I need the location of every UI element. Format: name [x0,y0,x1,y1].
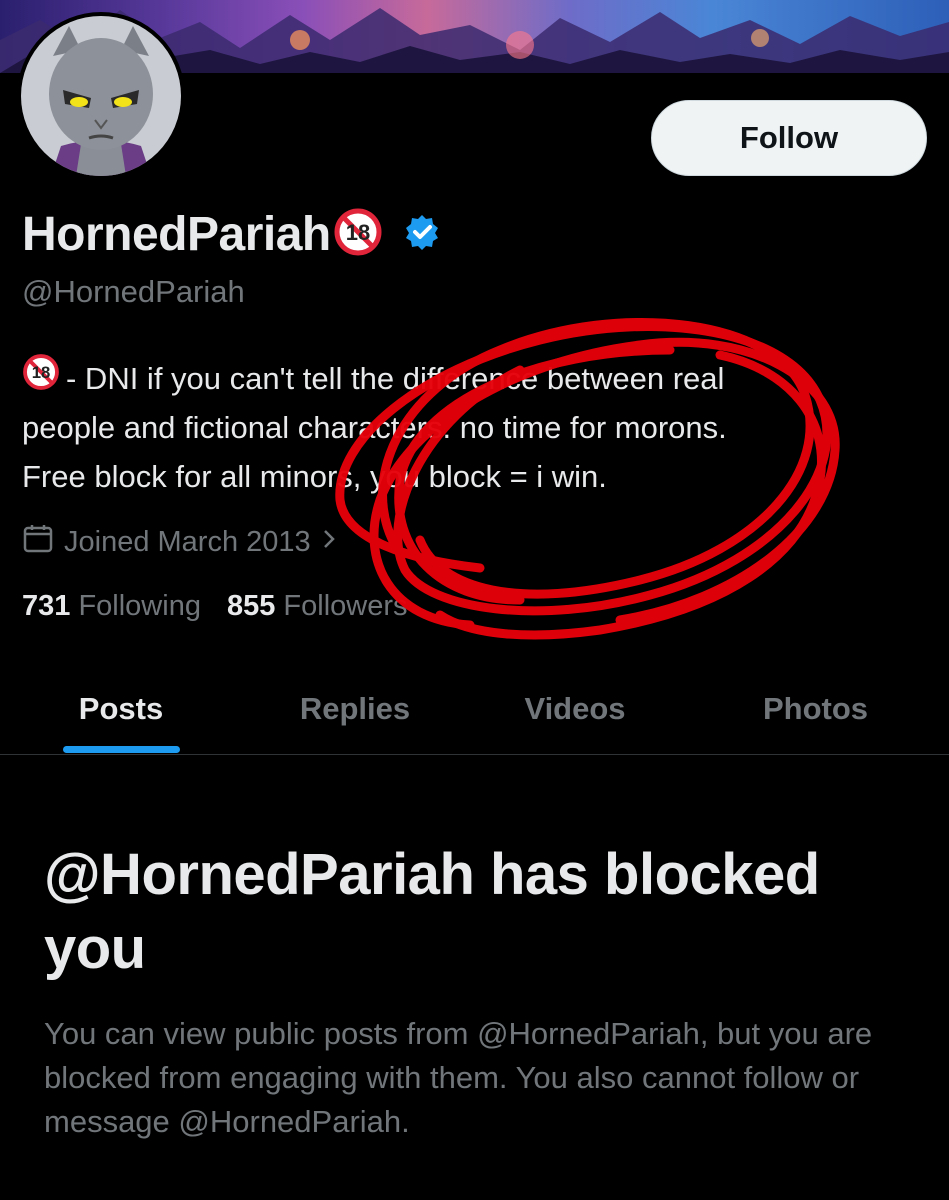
joined-date[interactable]: Joined March 2013 [22,522,337,562]
chevron-right-icon [321,526,337,559]
18-plus-prohibited-icon: 18 [333,207,383,262]
followers-count: 855 [226,590,276,622]
svg-text:18: 18 [346,220,370,245]
tab-photos[interactable]: Photos [682,664,949,754]
verified-check-icon[interactable] [403,213,441,256]
bio-text: - DNI if you can't tell the difference b… [66,361,725,396]
tab-replies[interactable]: Replies [242,664,468,754]
follow-stats: 731 Following 855 Followers [22,590,434,623]
tab-videos[interactable]: Videos [468,664,682,754]
calendar-icon [22,522,54,562]
profile-name-row: HornedPariah 18 [22,204,441,264]
bio-line: people and fictional characters. no time… [22,403,902,452]
bio-text: Free block for all minors, you block = i… [22,459,607,494]
tab-posts[interactable]: Posts [0,664,242,754]
profile-tabs: Posts Replies Videos Photos [0,664,949,755]
blocked-description: You can view public posts from @HornedPa… [44,1016,873,1139]
follow-button[interactable]: Follow [651,100,927,176]
avatar[interactable] [17,12,185,180]
bio-text: people and fictional characters. no time… [22,410,727,445]
blocked-title: @HornedPariah has blocked you [44,842,820,981]
following-stat[interactable]: 731 Following [22,590,201,623]
followers-stat[interactable]: 855 Followers [227,590,408,623]
18-plus-prohibited-icon: 18 [22,353,60,405]
bio-line: Free block for all minors, you block = i… [22,452,902,501]
profile-bio: 18 - DNI if you can't tell the differenc… [22,353,902,501]
following-label: Following [78,590,201,622]
joined-text: Joined March 2013 [64,525,311,558]
followers-label: Followers [283,590,408,622]
following-count: 731 [22,590,71,622]
profile-handle: @HornedPariah [22,274,245,309]
svg-text:18: 18 [32,363,51,382]
active-tab-indicator [63,746,180,753]
bio-line: 18 - DNI if you can't tell the differenc… [22,353,902,405]
display-name: HornedPariah [22,207,331,261]
